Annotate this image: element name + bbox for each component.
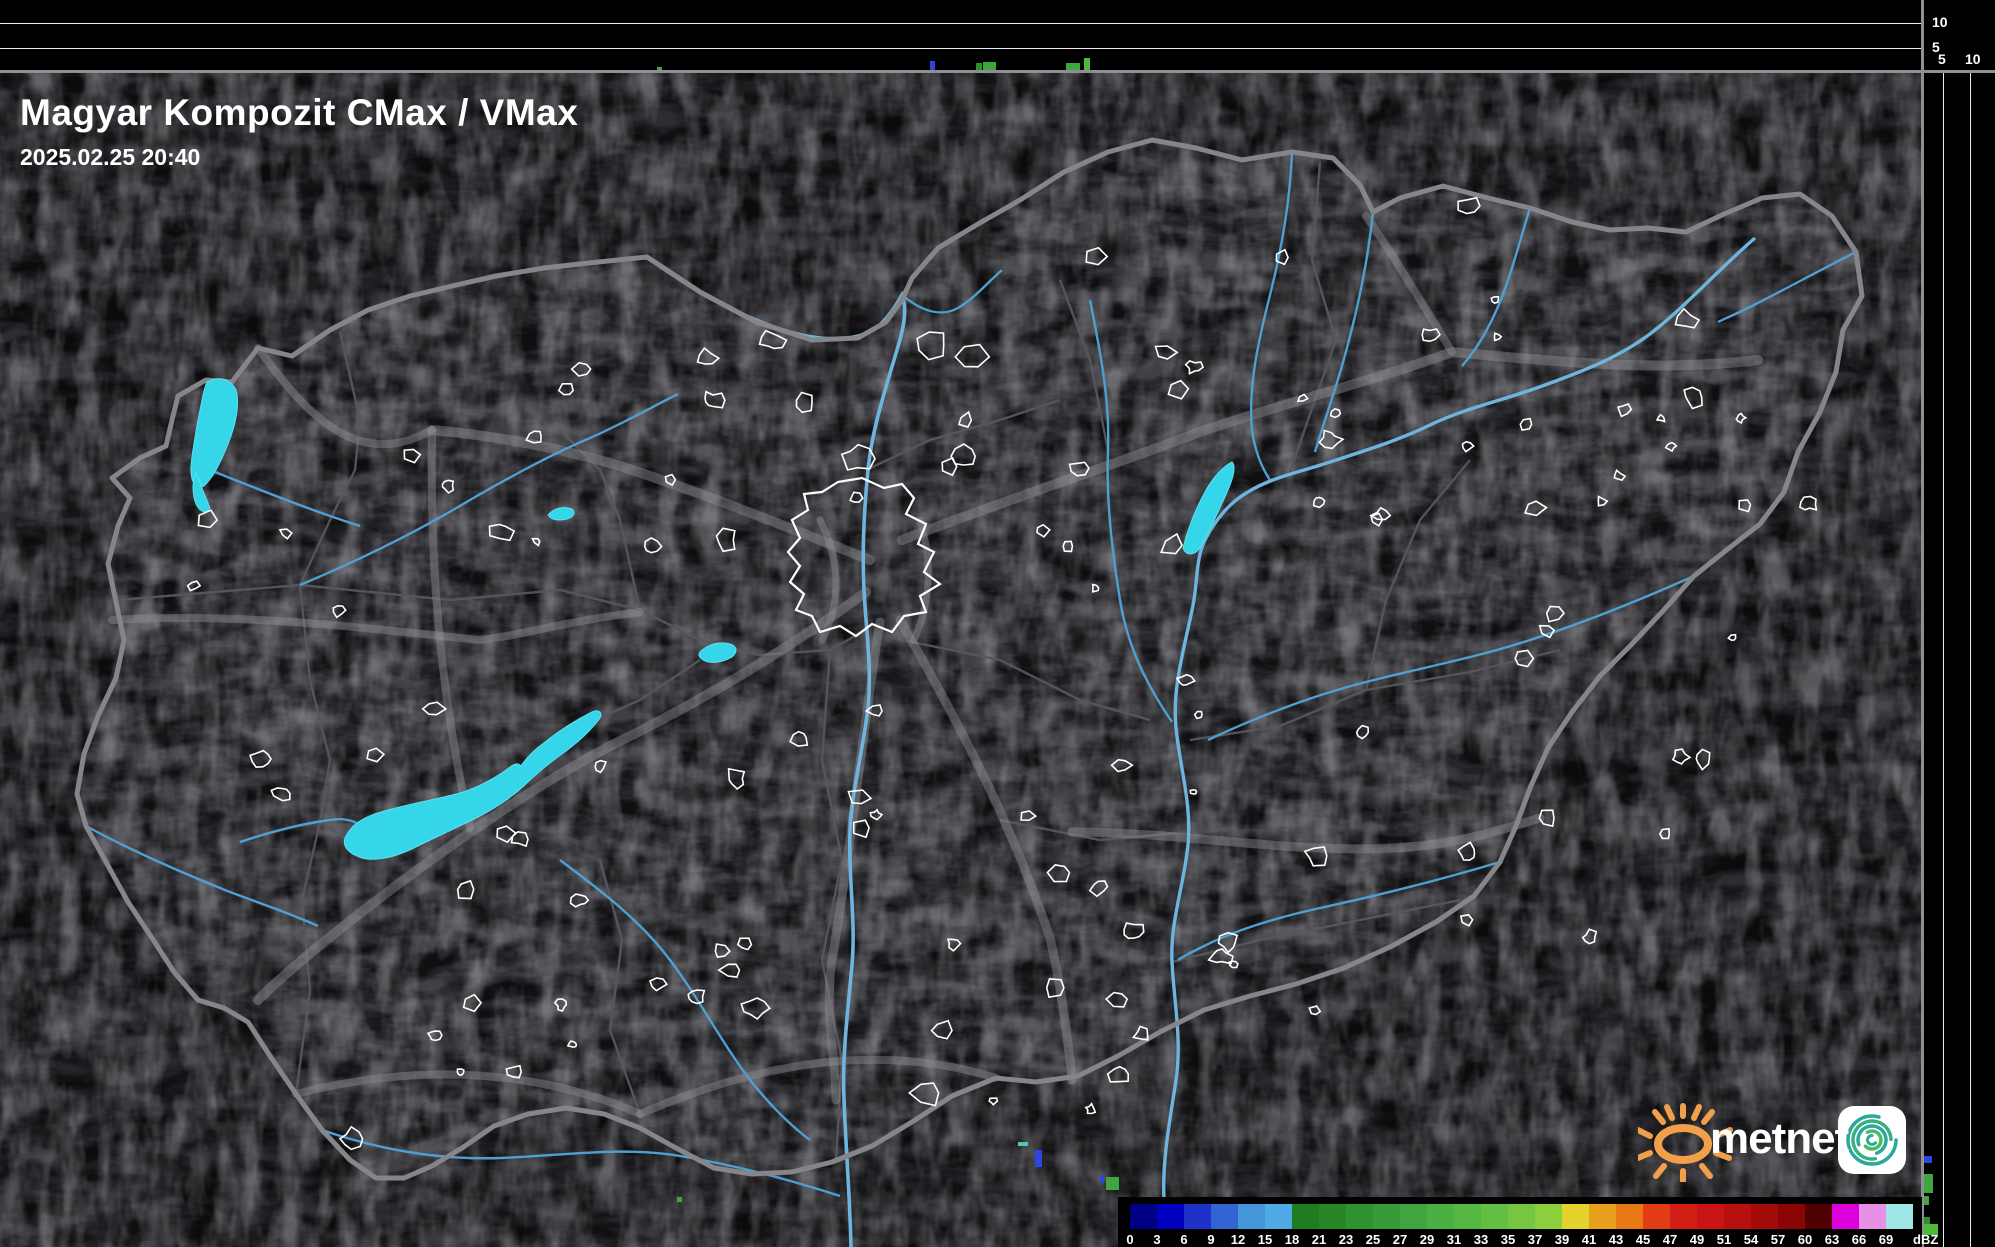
right-axis-gridline — [1970, 71, 1971, 1247]
dbz-color-segment — [1535, 1204, 1562, 1229]
dbz-tick-label: 6 — [1180, 1232, 1188, 1247]
dbz-color-gradient — [1130, 1204, 1913, 1229]
top-axis-gridline — [0, 23, 1922, 24]
dbz-tick-label: 3 — [1153, 1232, 1161, 1247]
dbz-color-segment — [1184, 1204, 1211, 1229]
dbz-tick-label: 60 — [1797, 1232, 1813, 1247]
radar-echo — [677, 1197, 682, 1202]
dbz-tick-label: 47 — [1662, 1232, 1678, 1247]
dbz-tick-label: 63 — [1824, 1232, 1840, 1247]
dbz-tick-label: 12 — [1230, 1232, 1246, 1247]
radar-composite-screen: 10 5 5 1 0 Magyar Kompozit CMax / VMax 2025.… — [0, 0, 1995, 1247]
dbz-tick-label: 39 — [1554, 1232, 1570, 1247]
dbz-scale-labels: 0 3 6 9 12 15 18 21 23 25 27 29 31 33 35 37 39 41 43 45 47 49… — [1126, 1232, 1920, 1247]
dbz-tick-label: 18 — [1284, 1232, 1300, 1247]
horizontal-separator-line — [0, 70, 1995, 73]
dbz-color-segment — [1562, 1204, 1589, 1229]
dbz-color-segment — [1670, 1204, 1697, 1229]
dbz-color-segment — [1130, 1204, 1157, 1229]
dbz-color-segment — [1481, 1204, 1508, 1229]
dbz-tick-label: 49 — [1689, 1232, 1705, 1247]
dbz-color-segment — [1643, 1204, 1670, 1229]
right-histogram-bar — [1924, 1174, 1933, 1193]
dbz-tick-label: 15 — [1257, 1232, 1273, 1247]
right-histogram-bar — [1924, 1196, 1929, 1205]
dbz-tick-label: 37 — [1527, 1232, 1543, 1247]
dbz-tick-label: 43 — [1608, 1232, 1624, 1247]
right-axis-tick-label: 5 — [1938, 51, 1946, 67]
dbz-tick-label: 54 — [1743, 1232, 1759, 1247]
right-marginal-histogram — [1924, 71, 1995, 1247]
dbz-tick-label: 66 — [1851, 1232, 1867, 1247]
dbz-tick-label: 29 — [1419, 1232, 1435, 1247]
top-axis-tick-label: 10 — [1932, 14, 1948, 30]
dbz-color-segment — [1238, 1204, 1265, 1229]
dbz-color-segment — [1157, 1204, 1184, 1229]
dbz-color-segment — [1346, 1204, 1373, 1229]
axis-corner-box: 10 5 5 10 — [1924, 0, 1995, 71]
dbz-tick-label: 57 — [1770, 1232, 1786, 1247]
dbz-color-segment — [1589, 1204, 1616, 1229]
dbz-tick-label: 25 — [1365, 1232, 1381, 1247]
dbz-color-segment — [1616, 1204, 1643, 1229]
timestamp: 2025.02.25 20:40 — [20, 144, 201, 170]
dbz-color-segment — [1805, 1204, 1832, 1229]
right-axis-tick-label: 10 — [1965, 51, 1981, 67]
dbz-color-segment — [1265, 1204, 1292, 1229]
dbz-color-segment — [1886, 1204, 1913, 1229]
dbz-tick-label: 27 — [1392, 1232, 1408, 1247]
dbz-color-segment — [1319, 1204, 1346, 1229]
dbz-color-segment — [1832, 1204, 1859, 1229]
dbz-color-segment — [1724, 1204, 1751, 1229]
hungary-radar-map — [0, 0, 1995, 1247]
radar-echo — [1035, 1150, 1042, 1167]
radar-echo — [1018, 1142, 1028, 1146]
dbz-color-segment — [1697, 1204, 1724, 1229]
dbz-tick-label: 41 — [1581, 1232, 1597, 1247]
metnet-brand-text: metnet — [1710, 1114, 1849, 1163]
dbz-tick-label: 33 — [1473, 1232, 1489, 1247]
page-title: Magyar Kompozit CMax / VMax — [20, 92, 579, 133]
dbz-color-segment — [1778, 1204, 1805, 1229]
dbz-color-segment — [1427, 1204, 1454, 1229]
right-axis-gridline — [1943, 71, 1944, 1247]
dbz-tick-label: 51 — [1716, 1232, 1732, 1247]
dbz-color-segment — [1400, 1204, 1427, 1229]
title-block: Magyar Kompozit CMax / VMax 2025.02.25 2… — [20, 92, 578, 171]
dbz-color-segment — [1751, 1204, 1778, 1229]
dbz-tick-label: 9 — [1207, 1232, 1215, 1247]
dbz-tick-label: 0 — [1126, 1232, 1134, 1247]
right-histogram-bar — [1924, 1156, 1932, 1163]
dbz-color-segment — [1373, 1204, 1400, 1229]
dbz-tick-label: 31 — [1446, 1232, 1462, 1247]
dbz-color-segment — [1454, 1204, 1481, 1229]
dbz-tick-label: 35 — [1500, 1232, 1516, 1247]
dbz-color-scale: 0 3 6 9 12 15 18 21 23 25 27 29 31 33 35 37 39 41 43 45 47 49… — [1118, 1197, 1938, 1247]
dbz-unit-label: dBZ — [1913, 1232, 1939, 1247]
dbz-color-segment — [1211, 1204, 1238, 1229]
dbz-color-segment — [1859, 1204, 1886, 1229]
dbz-color-segment — [1508, 1204, 1535, 1229]
top-marginal-histogram — [0, 0, 1922, 71]
vertical-separator-line — [1921, 0, 1924, 1247]
dbz-tick-label: 69 — [1878, 1232, 1894, 1247]
dbz-tick-label: 23 — [1338, 1232, 1354, 1247]
radar-echo — [1106, 1177, 1119, 1190]
dbz-color-segment — [1292, 1204, 1319, 1229]
dbz-tick-label: 45 — [1635, 1232, 1651, 1247]
radar-echo — [1100, 1175, 1104, 1183]
dbz-tick-label: 21 — [1311, 1232, 1327, 1247]
metnet-logo: metnet — [1635, 1098, 1918, 1184]
top-axis-gridline — [0, 48, 1922, 49]
